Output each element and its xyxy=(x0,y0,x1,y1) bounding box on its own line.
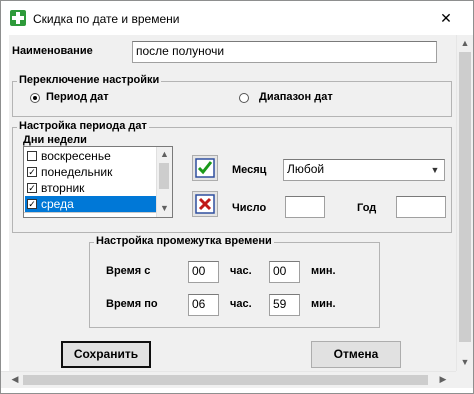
sunday-checkbox[interactable] xyxy=(27,151,37,161)
monday-checkbox[interactable]: ✓ xyxy=(27,167,37,177)
dialog-window: Скидка по дате и времени ✕ Наименование … xyxy=(0,0,474,394)
time-to-minutes-input[interactable]: 59 xyxy=(269,294,300,316)
scroll-corner xyxy=(456,371,473,388)
year-input[interactable] xyxy=(396,196,446,218)
chevron-down-icon[interactable]: ▼ xyxy=(427,161,443,179)
scroll-left-icon[interactable]: ◀ xyxy=(7,374,23,385)
horizontal-scrollbar[interactable]: ◀ ▶ xyxy=(1,371,456,388)
month-label: Месяц xyxy=(232,164,267,176)
time-to-hours-input[interactable]: 06 xyxy=(188,294,219,316)
weekday-monday[interactable]: ✓ понедельник xyxy=(25,164,157,180)
wednesday-label: среда xyxy=(41,197,74,211)
vertical-scrollbar[interactable]: ▲ ▼ xyxy=(456,35,473,371)
title-bar[interactable]: Скидка по дате и времени ✕ xyxy=(1,1,473,35)
list-overflow-edge xyxy=(24,212,158,217)
time-from-minutes-unit: мин. xyxy=(311,265,336,277)
scroll-down-icon[interactable]: ▼ xyxy=(457,357,473,367)
time-to-minutes-unit: мин. xyxy=(311,298,336,310)
weekdays-label: Дни недели xyxy=(23,134,87,146)
dialog-body: Наименование после полуночи Переключение… xyxy=(9,35,456,371)
time-to-label: Время по xyxy=(106,298,158,310)
weekday-sunday[interactable]: воскресенье xyxy=(25,148,157,164)
uncheck-all-button[interactable] xyxy=(192,191,218,217)
time-to-hours-unit: час. xyxy=(230,298,252,310)
range-radio-label[interactable]: Диапазон дат xyxy=(259,91,333,103)
day-label: Число xyxy=(232,202,267,214)
weekdays-scroll-thumb[interactable] xyxy=(159,163,169,189)
scroll-up-icon[interactable]: ▲ xyxy=(457,38,473,48)
tuesday-checkbox[interactable]: ✓ xyxy=(27,183,37,193)
tuesday-label: вторник xyxy=(41,181,85,195)
save-button[interactable]: Сохранить xyxy=(61,341,151,368)
weekday-tuesday[interactable]: ✓ вторник xyxy=(25,180,157,196)
time-group: Настройка промежутка времени Время с 00 … xyxy=(89,235,380,328)
scroll-right-icon[interactable]: ▶ xyxy=(435,374,451,385)
range-radio[interactable] xyxy=(239,93,249,103)
close-button[interactable]: ✕ xyxy=(432,7,460,29)
period-group: Настройка периода дат Дни недели воскрес… xyxy=(12,120,452,233)
weekdays-listbox[interactable]: воскресенье ✓ понедельник ✓ вторник ✓ ср… xyxy=(23,146,173,218)
cancel-button[interactable]: Отмена xyxy=(311,341,401,368)
time-from-minutes-input[interactable]: 00 xyxy=(269,261,300,283)
period-group-title: Настройка периода дат xyxy=(17,120,149,132)
horizontal-scroll-thumb[interactable] xyxy=(23,375,428,385)
time-from-label: Время с xyxy=(106,265,151,277)
sunday-label: воскресенье xyxy=(41,149,111,163)
name-label: Наименование xyxy=(12,45,93,57)
name-input[interactable]: после полуночи xyxy=(132,41,437,63)
weekday-wednesday[interactable]: ✓ среда xyxy=(25,196,157,212)
switch-group-title: Переключение настройки xyxy=(17,74,162,86)
period-radio[interactable] xyxy=(30,93,40,103)
switch-group: Переключение настройки Период дат Диапаз… xyxy=(12,74,452,117)
period-radio-label[interactable]: Период дат xyxy=(46,91,109,103)
weekdays-scroll-up-icon[interactable]: ▲ xyxy=(157,149,172,159)
month-select-value: Любой xyxy=(287,162,325,176)
monday-label: понедельник xyxy=(41,165,113,179)
time-from-hours-input[interactable]: 00 xyxy=(188,261,219,283)
pharmacy-cross-icon xyxy=(10,10,26,26)
vertical-scroll-thumb[interactable] xyxy=(459,52,471,342)
year-label: Год xyxy=(357,202,377,214)
check-all-icon xyxy=(195,158,215,178)
time-group-title: Настройка промежутка времени xyxy=(94,235,274,247)
weekdays-scroll-down-icon[interactable]: ▼ xyxy=(157,203,172,213)
month-select[interactable]: Любой ▼ xyxy=(283,159,445,181)
check-all-button[interactable] xyxy=(192,155,218,181)
wednesday-checkbox[interactable]: ✓ xyxy=(27,199,37,209)
weekdays-scrollbar[interactable]: ▲ ▼ xyxy=(156,147,172,217)
day-input[interactable] xyxy=(285,196,325,218)
time-from-hours-unit: час. xyxy=(230,265,252,277)
uncheck-all-icon xyxy=(195,194,215,214)
window-title: Скидка по дате и времени xyxy=(33,12,180,26)
